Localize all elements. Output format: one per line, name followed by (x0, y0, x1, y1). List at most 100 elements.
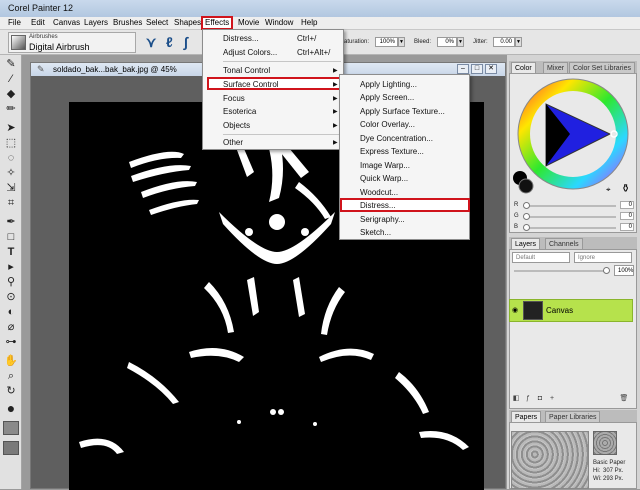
eye-icon[interactable]: ◉ (512, 306, 518, 314)
submenu-item-express-texture[interactable]: Express Texture... (360, 147, 424, 156)
jitter-field[interactable]: 0.00 (493, 37, 515, 47)
bleed-field[interactable]: 0% (437, 37, 457, 47)
maximize-icon[interactable]: □ (471, 64, 483, 74)
green-slider[interactable]: G 0 (514, 212, 636, 221)
text-icon[interactable]: T (3, 245, 19, 259)
shape-select-icon[interactable]: ▸ (3, 260, 19, 274)
pattern-icon[interactable] (3, 441, 19, 455)
lasso-icon[interactable]: ◌ (3, 151, 19, 165)
eyedropper-icon[interactable]: ⌖ (606, 185, 611, 195)
green-value[interactable]: 0 (620, 212, 634, 220)
layer-name[interactable]: Canvas (546, 306, 573, 315)
straight-line-icon[interactable]: ∫ (184, 34, 188, 50)
dodge-icon[interactable]: ◐ (3, 305, 19, 319)
tab-color[interactable]: Color (511, 62, 536, 73)
jitter-dropdown-icon[interactable]: ▼ (515, 37, 522, 47)
tab-color-set-libraries[interactable]: Color Set Libraries (569, 62, 635, 73)
layer-options-icon[interactable]: ◧ (511, 394, 521, 404)
magnifier-icon[interactable]: ⌕ (3, 369, 19, 383)
tab-paper-libraries[interactable]: Paper Libraries (545, 411, 601, 422)
arrow-icon[interactable]: ➤ (3, 121, 19, 135)
submenu-item-apply-lighting[interactable]: Apply Lighting... (360, 80, 417, 89)
crop-icon[interactable]: ⌗ (3, 196, 19, 210)
submenu-item-sketch[interactable]: Sketch... (360, 228, 391, 237)
menu-window[interactable]: Window (265, 18, 293, 27)
menu-item-surface-control[interactable]: Surface Control (223, 80, 279, 89)
menu-movie[interactable]: Movie (238, 18, 259, 27)
new-layer-icon[interactable]: + (547, 394, 557, 404)
opacity-slider[interactable] (514, 270, 608, 272)
magic-wand-icon[interactable]: ✧ (3, 166, 19, 180)
blue-knob[interactable] (523, 224, 530, 231)
transform-icon[interactable]: ⇲ (3, 181, 19, 195)
menu-item-esoterica[interactable]: Esoterica (223, 107, 256, 116)
menu-edit[interactable]: Edit (31, 18, 45, 27)
paper-texture-preview[interactable] (511, 431, 589, 489)
stamp-icon[interactable]: ⊙ (3, 290, 19, 304)
green-knob[interactable] (523, 213, 530, 220)
submenu-item-image-warp[interactable]: Image Warp... (360, 161, 410, 170)
green-track[interactable] (526, 216, 616, 218)
red-slider[interactable]: R 0 (514, 201, 636, 210)
tab-papers[interactable]: Papers (511, 411, 542, 422)
layer-canvas-row[interactable]: ◉ Canvas (509, 299, 633, 322)
paper-thumbnail[interactable] (593, 431, 617, 455)
menu-effects[interactable]: Effects (201, 16, 234, 30)
menu-brushes[interactable]: Brushes (113, 18, 142, 27)
tab-mixer[interactable]: Mixer (543, 62, 569, 73)
color-wheel[interactable] (510, 74, 636, 199)
menu-shapes[interactable]: Shapes (174, 18, 201, 27)
eraser-icon[interactable]: ◆ (3, 87, 19, 101)
color-stamp-icon[interactable]: ⚱ (621, 182, 630, 195)
red-value[interactable]: 0 (620, 201, 634, 209)
cloner-icon[interactable]: ⚲ (3, 275, 19, 289)
bleed-dropdown-icon[interactable]: ▼ (457, 37, 464, 47)
menu-item-other[interactable]: Other (223, 138, 243, 147)
tab-layers[interactable]: Layers (511, 238, 541, 249)
menu-file[interactable]: File (8, 18, 21, 27)
menu-canvas[interactable]: Canvas (53, 18, 80, 27)
opacity-knob[interactable] (603, 267, 610, 274)
menu-item-focus[interactable]: Focus (223, 94, 245, 103)
shape-icon[interactable]: □ (3, 230, 19, 244)
opacity-value[interactable]: 100% (614, 265, 634, 276)
mirror-icon[interactable]: ⊶ (3, 335, 19, 349)
pencil-icon[interactable]: ✏ (3, 102, 19, 116)
submenu-item-distress[interactable]: Distress... (360, 201, 396, 210)
rectangle-select-icon[interactable]: ⬚ (3, 136, 19, 150)
layer-mask-icon[interactable]: ◘ (535, 394, 545, 404)
blue-value[interactable]: 0 (620, 223, 634, 231)
red-knob[interactable] (523, 202, 530, 209)
rotate-page-icon[interactable]: ↻ (3, 384, 19, 398)
menu-item-tonal-control[interactable]: Tonal Control (223, 66, 270, 75)
grabber-icon[interactable]: ✋ (3, 354, 19, 368)
saturation-field[interactable]: 100% (375, 37, 398, 47)
brush-tool-icon[interactable]: ⋎ (146, 34, 156, 51)
menu-select[interactable]: Select (146, 18, 168, 27)
menu-layers[interactable]: Layers (84, 18, 108, 27)
red-track[interactable] (526, 205, 616, 207)
close-icon[interactable]: ✕ (485, 64, 497, 74)
submenu-item-dye-concentration[interactable]: Dye Concentration... (360, 134, 433, 143)
color-swatch-icon[interactable]: ● (3, 401, 19, 415)
submenu-item-apply-screen[interactable]: Apply Screen... (360, 93, 414, 102)
menu-item-distress[interactable]: Distress... (223, 34, 259, 43)
submenu-item-serigraphy[interactable]: Serigraphy... (360, 215, 405, 224)
pen-icon[interactable]: ✒ (3, 215, 19, 229)
tab-channels[interactable]: Channels (545, 238, 583, 249)
submenu-item-quick-warp[interactable]: Quick Warp... (360, 174, 408, 183)
submenu-item-color-overlay[interactable]: Color Overlay... (360, 120, 415, 129)
composite-method-dropdown[interactable]: Default (512, 252, 570, 263)
brush-selector[interactable]: Airbrushes Digital Airbrush (8, 32, 136, 53)
layer-effects-icon[interactable]: ƒ (523, 394, 533, 404)
paper-icon[interactable] (3, 421, 19, 435)
blue-track[interactable] (526, 227, 616, 229)
submenu-item-apply-surface-texture[interactable]: Apply Surface Texture... (360, 107, 445, 116)
burn-icon[interactable]: ⌀ (3, 320, 19, 334)
brush-icon[interactable]: ✎ (3, 57, 19, 71)
preserve-dropdown[interactable]: Ignore (574, 252, 632, 263)
dropper-icon[interactable]: ⁄ (3, 72, 19, 86)
freehand-stroke-icon[interactable]: ℓ (166, 34, 173, 50)
minimize-icon[interactable]: – (457, 64, 469, 74)
menu-item-objects[interactable]: Objects (223, 121, 250, 130)
